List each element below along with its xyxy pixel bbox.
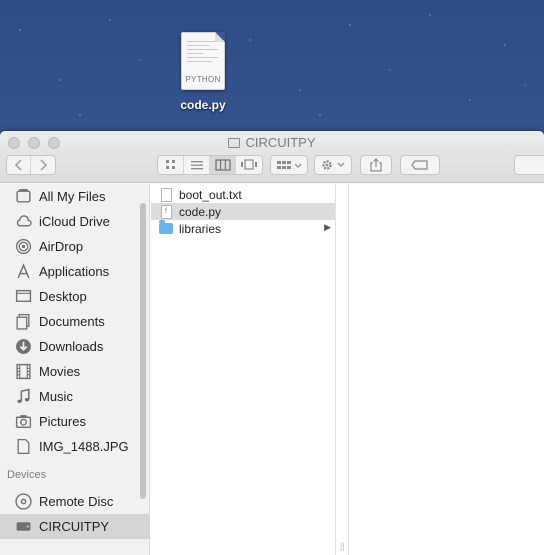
applications-icon: [14, 263, 32, 281]
sidebar-item-label: Movies: [39, 364, 81, 379]
sidebar-item-label: Music: [39, 389, 73, 404]
chevron-left-icon: [14, 159, 22, 171]
file-name: libraries: [179, 221, 222, 236]
column-divider[interactable]: ||: [337, 184, 349, 555]
icon-view-button[interactable]: [158, 156, 184, 174]
documents-icon: [14, 313, 32, 331]
sidebar-item-label: Remote Disc: [39, 494, 114, 509]
file-row-boot-out[interactable]: boot_out.txt: [151, 186, 335, 203]
icon-view-icon: [165, 160, 175, 169]
sidebar-item-downloads[interactable]: Downloads: [0, 334, 149, 359]
desktop-file-code-py[interactable]: PYTHON code.py: [168, 32, 238, 112]
sidebar-item-label: Documents: [39, 314, 105, 329]
downloads-icon: [14, 338, 32, 356]
window-title-text: CIRCUITPY: [245, 135, 316, 150]
arrange-button[interactable]: [270, 155, 308, 175]
column-resize-handle-icon[interactable]: ||: [340, 541, 345, 551]
file-column: boot_out.txt f code.py libraries ▶: [151, 184, 336, 555]
sidebar: All My Files iCloud Drive AirDrop Applic…: [0, 184, 150, 555]
music-icon: [14, 388, 32, 406]
sidebar-item-documents[interactable]: Documents: [0, 309, 149, 334]
sidebar-item-label: Desktop: [39, 289, 87, 304]
toolbar: [0, 155, 544, 179]
sidebar-item-applications[interactable]: Applications: [0, 259, 149, 284]
window-title: CIRCUITPY: [0, 135, 544, 150]
desktop-file-label: code.py: [180, 98, 226, 112]
list-view-button[interactable]: [184, 156, 210, 174]
cover-flow-icon: [241, 159, 257, 170]
forward-button[interactable]: [31, 156, 55, 174]
tag-button[interactable]: [400, 155, 440, 175]
file-name: boot_out.txt: [179, 187, 242, 202]
column-view-button[interactable]: [210, 156, 236, 174]
sidebar-item-music[interactable]: Music: [0, 384, 149, 409]
sidebar-item-desktop[interactable]: Desktop: [0, 284, 149, 309]
python-file-icon: f: [159, 204, 173, 219]
drive-icon: [228, 138, 241, 148]
all-files-icon: [14, 188, 32, 206]
sidebar-item-label: AirDrop: [39, 239, 84, 254]
share-button[interactable]: [360, 155, 392, 175]
pictures-icon: [14, 413, 32, 431]
list-view-icon: [190, 161, 203, 170]
titlebar: CIRCUITPY: [0, 131, 544, 183]
sidebar-item-label: All My Files: [39, 189, 106, 204]
desktop-icon: [14, 288, 32, 306]
sidebar-item-label: iCloud Drive: [39, 214, 110, 229]
arrange-icon: [277, 161, 302, 169]
view-mode-control: [157, 155, 263, 175]
python-document-icon: PYTHON: [181, 32, 225, 90]
finder-window: CIRCUITPY All My Files iCloud Drive AirD…: [0, 131, 544, 555]
search-field[interactable]: [514, 155, 544, 175]
disc-icon: [14, 493, 32, 511]
tag-icon: [411, 160, 428, 170]
sidebar-item-label: Downloads: [39, 339, 104, 354]
cover-flow-view-button[interactable]: [236, 156, 262, 174]
back-button[interactable]: [7, 156, 32, 174]
sidebar-item-circuitpy[interactable]: CIRCUITPY: [0, 514, 149, 539]
drive-icon: [14, 518, 32, 536]
disclosure-arrow-icon: ▶: [324, 222, 331, 232]
image-file-icon: [14, 438, 32, 456]
gear-icon: [322, 160, 345, 170]
file-row-libraries[interactable]: libraries ▶: [151, 220, 335, 237]
airdrop-icon: [14, 238, 32, 256]
sidebar-item-label: Pictures: [39, 414, 86, 429]
sidebar-item-icloud-drive[interactable]: iCloud Drive: [0, 209, 149, 234]
sidebar-section-devices: Devices: [7, 469, 47, 481]
sidebar-item-movies[interactable]: Movies: [0, 359, 149, 384]
text-file-icon: [159, 187, 173, 202]
sidebar-item-label: CIRCUITPY: [39, 519, 110, 534]
file-row-code-py[interactable]: f code.py: [151, 203, 335, 220]
nav-buttons: [6, 155, 56, 175]
sidebar-item-airdrop[interactable]: AirDrop: [0, 234, 149, 259]
movies-icon: [14, 363, 32, 381]
doc-badge: PYTHON: [185, 75, 221, 84]
share-icon: [370, 158, 382, 172]
folder-icon: [159, 220, 173, 236]
action-button[interactable]: [314, 155, 352, 175]
sidebar-scrollbar[interactable]: [140, 203, 146, 499]
desktop: PYTHON code.py: [0, 0, 544, 130]
sidebar-item-pictures[interactable]: Pictures: [0, 409, 149, 434]
sidebar-item-label: Applications: [39, 264, 110, 279]
file-name: code.py: [179, 204, 222, 219]
sidebar-item-all-my-files[interactable]: All My Files: [0, 184, 149, 209]
sidebar-item-label: IMG_1488.JPG: [39, 439, 129, 454]
cloud-icon: [14, 213, 32, 231]
sidebar-item-img-1488[interactable]: IMG_1488.JPG: [0, 434, 149, 459]
chevron-right-icon: [39, 159, 47, 171]
column-view-icon: [214, 159, 231, 171]
sidebar-item-remote-disc[interactable]: Remote Disc: [0, 489, 149, 514]
